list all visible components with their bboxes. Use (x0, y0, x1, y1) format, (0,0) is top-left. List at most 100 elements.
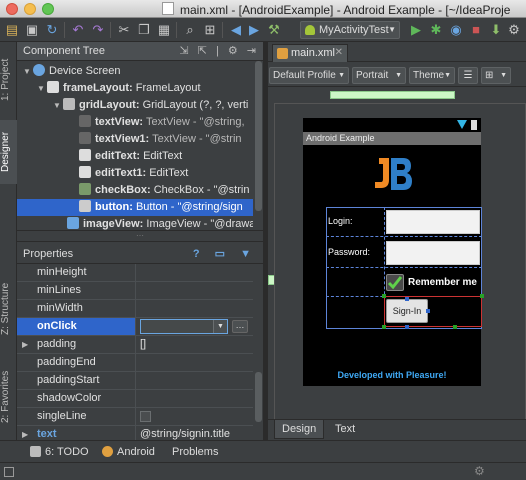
debug-icon[interactable]: ✱ (428, 22, 444, 38)
browse-button[interactable]: … (232, 320, 248, 333)
close-window-button[interactable] (6, 3, 18, 15)
tab-designer[interactable]: Designer (0, 120, 17, 184)
replace-icon[interactable]: ⊞ (202, 22, 218, 38)
property-row[interactable]: paddingEnd (17, 354, 253, 372)
expand-arrow-icon[interactable]: ▶ (22, 426, 28, 440)
tab-project[interactable]: 1: Project (0, 48, 17, 112)
android-tool-button[interactable]: Android (102, 441, 155, 463)
tab-favorites[interactable]: 2: Favorites (0, 360, 17, 434)
password-field[interactable] (386, 241, 480, 265)
framelayout-icon (47, 81, 59, 93)
problems-tool-button[interactable]: Problems (172, 441, 218, 463)
resize-handle[interactable] (405, 297, 409, 301)
scrollbar-thumb[interactable] (255, 61, 262, 211)
tree-item-button[interactable]: button: Button - "@string/sign (17, 199, 253, 216)
gear-icon[interactable]: ⚙ (474, 464, 485, 478)
coverage-icon[interactable]: ◉ (448, 22, 464, 38)
todo-tool-button[interactable]: 6: TODO (30, 441, 89, 463)
properties-scrollbar[interactable] (253, 264, 263, 440)
forward-icon[interactable]: ▶ (246, 22, 262, 38)
tool-windows-toggle-icon[interactable] (4, 467, 14, 477)
tree-item-device-screen[interactable]: ▼ Device Screen (17, 63, 253, 80)
paste-icon[interactable]: ▦ (156, 22, 172, 38)
property-row[interactable]: minHeight (17, 264, 253, 282)
sdk-manager-icon[interactable]: ⬇ (488, 22, 504, 38)
tree-toolbar-icons[interactable]: ⇲ ⇱ | ⚙ ⇥ (179, 42, 259, 61)
tree-item-imageview[interactable]: imageView: ImageView - "@drawa (17, 216, 253, 230)
tab-main-xml[interactable]: main.xml ✕ (272, 44, 348, 62)
property-row[interactable]: shadowColor (17, 390, 253, 408)
component-tree-scrollbar[interactable] (253, 61, 263, 230)
toolbar-separator (64, 22, 65, 38)
copy-icon[interactable]: ❐ (136, 22, 152, 38)
properties-toolbar-icons[interactable]: ? ▭ ▼ (193, 244, 257, 264)
property-row-padding[interactable]: ▶ padding[] (17, 336, 253, 354)
orientation-dropdown[interactable]: Portrait ▼ (352, 67, 406, 84)
singleline-checkbox[interactable] (140, 411, 151, 422)
tree-item-edittext1[interactable]: editText1: EditText (17, 165, 253, 182)
chevron-down-icon[interactable]: ▼ (213, 320, 227, 333)
tree-item-framelayout[interactable]: ▼ frameLayout: FrameLayout (17, 80, 253, 97)
device-profile-dropdown[interactable]: Default Profile ▼ (269, 67, 349, 84)
tab-main-xml-label: main.xml (291, 47, 336, 59)
build-icon[interactable]: ⚒ (266, 22, 282, 38)
property-row-text[interactable]: ▶ text @string/signin.title (17, 426, 253, 440)
panel-splitter[interactable]: ⋯ (17, 230, 263, 242)
cut-icon[interactable]: ✂ (116, 22, 132, 38)
onclick-combobox[interactable]: ▼ (140, 319, 228, 334)
close-icon[interactable]: ✕ (335, 45, 343, 61)
property-row-singleline[interactable]: singleLine (17, 408, 253, 426)
xml-file-icon (277, 48, 288, 59)
minimize-window-button[interactable] (24, 3, 36, 15)
sync-icon[interactable]: ↻ (44, 22, 60, 38)
resize-handle[interactable] (382, 294, 386, 298)
imageview-icon (67, 217, 79, 229)
property-row[interactable]: minWidth (17, 300, 253, 318)
toolbar-separator (110, 22, 111, 38)
resize-handle[interactable] (426, 309, 430, 313)
device-preview[interactable]: Android Example Login: Password: Remembe… (303, 118, 484, 386)
property-row-onclick[interactable]: onClick ▼ … (17, 318, 253, 336)
expand-arrow-icon[interactable]: ▼ (37, 80, 47, 97)
save-icon[interactable]: ▣ (24, 22, 40, 38)
onclick-value-cell[interactable]: ▼ … (135, 318, 253, 335)
folder-icon[interactable]: ▤ (4, 22, 20, 38)
signin-button[interactable]: Sign-In (386, 299, 428, 323)
device-icon (33, 64, 45, 76)
maximize-window-button[interactable] (42, 3, 54, 15)
tree-item-textview1[interactable]: textView1: TextView - "@strin (17, 131, 253, 148)
zoom-dropdown[interactable]: ⊞ ▼ (481, 67, 511, 84)
tree-item-gridlayout[interactable]: ▼ gridLayout: GridLayout (?, ?, verti (17, 97, 253, 114)
design-canvas[interactable]: Android Example Login: Password: Remembe… (268, 87, 526, 419)
expand-arrow-icon[interactable]: ▶ (22, 336, 28, 353)
property-row[interactable]: minLines (17, 282, 253, 300)
property-row[interactable]: paddingStart (17, 372, 253, 390)
expand-arrow-icon[interactable]: ▼ (53, 97, 63, 114)
theme-dropdown[interactable]: Theme ▼ (409, 67, 455, 84)
tree-item-checkbox[interactable]: checkBox: CheckBox - "@strin (17, 182, 253, 199)
settings-icon[interactable]: ⚙ (506, 22, 522, 38)
expand-arrow-icon[interactable]: ▼ (23, 63, 33, 80)
tab-design[interactable]: Design (274, 420, 325, 439)
redo-icon[interactable]: ↷ (90, 22, 106, 38)
tree-item-edittext[interactable]: editText: EditText (17, 148, 253, 165)
login-field[interactable] (386, 210, 480, 234)
tree-item-textview[interactable]: textView: TextView - "@string, (17, 114, 253, 131)
undo-icon[interactable]: ↶ (70, 22, 86, 38)
find-icon[interactable]: ⌕ (182, 22, 198, 38)
properties-title: Properties (23, 248, 74, 260)
app-logo-image[interactable] (371, 154, 415, 194)
layout-list-icon[interactable]: ☰ (458, 67, 478, 84)
run-icon[interactable]: ▶ (408, 22, 424, 38)
back-icon[interactable]: ◀ (228, 22, 244, 38)
resize-handle[interactable] (480, 294, 484, 298)
resize-handle[interactable] (453, 325, 457, 329)
resize-handle[interactable] (382, 325, 386, 329)
resize-handle[interactable] (405, 325, 409, 329)
tab-text[interactable]: Text (328, 420, 362, 439)
remember-me-checkbox[interactable] (386, 274, 404, 291)
scrollbar-thumb[interactable] (255, 372, 262, 422)
tab-structure[interactable]: Z: Structure (0, 272, 17, 346)
run-configuration-dropdown[interactable]: MyActivityTest ▼ (300, 21, 400, 39)
stop-icon[interactable]: ■ (468, 22, 484, 38)
